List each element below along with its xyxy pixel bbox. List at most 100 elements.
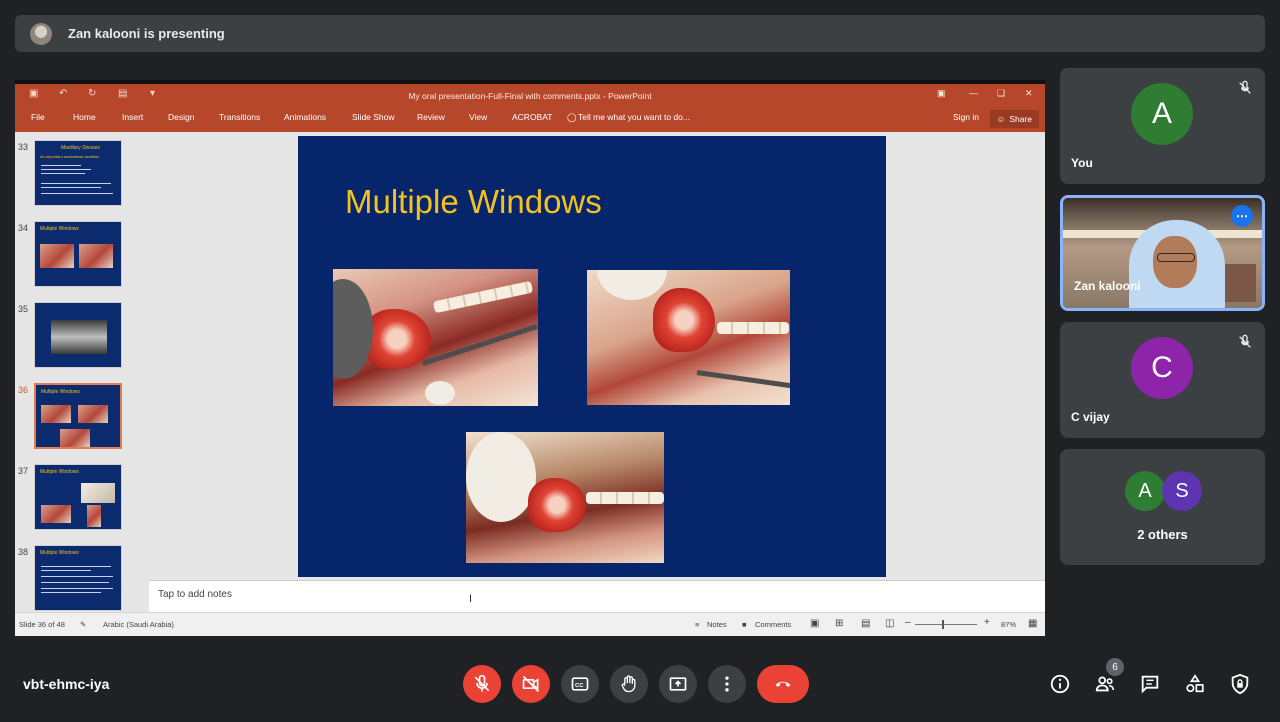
participant-tile-c-vijay[interactable]: C C vijay xyxy=(1060,322,1265,438)
sorter-view-icon[interactable]: ⊞ xyxy=(835,618,843,629)
participant-tile-presenter[interactable]: ⋯ Zan kalooni xyxy=(1060,195,1265,311)
tab-design[interactable]: Design xyxy=(168,112,194,122)
normal-view-icon[interactable]: ▣ xyxy=(810,618,819,629)
avatar: A xyxy=(1125,471,1165,511)
more-options-button[interactable]: ⋯ xyxy=(1231,205,1253,227)
thumbnail-slide[interactable]: Multiple Windows xyxy=(34,221,122,287)
share-label: Share xyxy=(1009,114,1032,124)
mic-off-icon xyxy=(1239,80,1251,94)
people-icon xyxy=(1095,676,1115,692)
tab-review[interactable]: Review xyxy=(417,112,445,122)
slide-photo-3[interactable] xyxy=(466,432,664,563)
tab-view[interactable]: View xyxy=(469,112,487,122)
comments-button[interactable]: Comments xyxy=(755,620,791,629)
mic-off-icon xyxy=(474,674,490,692)
tab-slide-show[interactable]: Slide Show xyxy=(352,112,395,122)
zoom-level[interactable]: 87% xyxy=(1001,620,1016,629)
present-icon xyxy=(669,677,687,691)
minimize-icon[interactable]: — xyxy=(969,88,978,98)
text-cursor-icon: I xyxy=(469,593,473,605)
others-label: 2 others xyxy=(1137,527,1188,542)
zoom-slider[interactable] xyxy=(915,624,977,625)
powerpoint-ribbon: ▣ ↶ ↻ ▤ ▾ My oral presentation-Full-Fina… xyxy=(15,84,1045,132)
thumbnail-37[interactable]: 37 Multiple Windows xyxy=(15,464,149,534)
chat-icon xyxy=(1141,675,1159,694)
thumbnail-title: Multiple Windows xyxy=(40,469,79,475)
hand-icon xyxy=(621,675,636,693)
zoom-out-icon[interactable]: – xyxy=(905,617,911,628)
thumbnail-33[interactable]: 33 Maxillary Sinuses An important anatom… xyxy=(15,140,149,210)
thumbnail-slide-selected[interactable]: Multiple Windows xyxy=(34,383,122,449)
activities-button[interactable] xyxy=(1184,673,1206,695)
thumbnail-38[interactable]: 38 Multiple Windows xyxy=(15,545,149,612)
notes-icon: ≡ xyxy=(695,620,700,629)
participant-name: You xyxy=(1071,156,1093,170)
leave-call-button[interactable] xyxy=(757,665,809,703)
thumbnail-34[interactable]: 34 Multiple Windows xyxy=(15,221,149,291)
shared-screen: ▣ ↶ ↻ ▤ ▾ My oral presentation-Full-Fina… xyxy=(15,80,1045,636)
thumbnail-title: Multiple Windows xyxy=(40,550,79,556)
ribbon-display-icon[interactable]: ▣ xyxy=(937,88,946,99)
slide-editing-area: Multiple Windows xyxy=(149,132,1045,580)
tab-acrobat[interactable]: ACROBAT xyxy=(512,112,552,122)
zoom-slider-handle[interactable] xyxy=(942,620,944,629)
ribbon-tabs: File Home Insert Design Transitions Anim… xyxy=(15,112,1045,130)
reading-view-icon[interactable]: ▤ xyxy=(861,618,870,629)
participant-tile-you[interactable]: A You xyxy=(1060,68,1265,184)
person-icon: ☺ xyxy=(996,114,1006,124)
thumbnail-36[interactable]: 36 Multiple Windows xyxy=(15,383,149,453)
people-button[interactable] xyxy=(1094,673,1116,695)
shield-lock-icon xyxy=(1231,673,1249,695)
thumbnail-number: 37 xyxy=(18,466,29,476)
thumbnail-slide[interactable] xyxy=(34,302,122,368)
notes-button[interactable]: Notes xyxy=(707,620,727,629)
tab-transitions[interactable]: Transitions xyxy=(219,112,260,122)
camera-off-icon xyxy=(522,675,540,693)
close-icon[interactable]: ✕ xyxy=(1025,88,1033,99)
camera-toggle-button[interactable] xyxy=(512,665,550,703)
restore-icon[interactable]: ❏ xyxy=(997,88,1005,99)
thumbnail-subtitle: An important anatomical variation xyxy=(40,154,100,159)
presenting-banner: Zan kalooni is presenting xyxy=(15,15,1265,52)
tab-file[interactable]: File xyxy=(31,112,45,122)
captions-icon: CC xyxy=(571,677,589,691)
zoom-in-icon[interactable]: + xyxy=(984,617,990,628)
host-controls-button[interactable] xyxy=(1229,673,1251,695)
thumbnail-slide[interactable]: Multiple Windows xyxy=(34,545,122,611)
participant-name: Zan kalooni xyxy=(1074,279,1141,293)
participant-tile-others[interactable]: A S 2 others xyxy=(1060,449,1265,565)
lightbulb-icon: ◯ xyxy=(567,112,577,122)
tab-insert[interactable]: Insert xyxy=(122,112,143,122)
thumbnail-number: 34 xyxy=(18,223,29,233)
meeting-details-button[interactable] xyxy=(1049,673,1071,695)
slideshow-view-icon[interactable]: ◫ xyxy=(885,618,894,629)
info-icon xyxy=(1050,674,1070,694)
mic-toggle-button[interactable] xyxy=(463,665,501,703)
avatar: A xyxy=(1131,83,1193,145)
people-count-badge: 6 xyxy=(1106,658,1124,676)
window-title: My oral presentation-Full-Final with com… xyxy=(408,91,652,101)
others-avatars: A S xyxy=(1125,471,1205,513)
share-button[interactable]: ☺ Share xyxy=(989,110,1039,128)
sign-in-link[interactable]: Sign in xyxy=(953,112,979,122)
chat-button[interactable] xyxy=(1139,673,1161,695)
current-slide[interactable]: Multiple Windows xyxy=(298,136,886,577)
raise-hand-button[interactable] xyxy=(610,665,648,703)
tell-me-input[interactable]: Tell me what you want to do... xyxy=(578,112,690,122)
meeting-code[interactable]: vbt-ehmc-iya xyxy=(23,676,109,692)
language-indicator[interactable]: Arabic (Saudi Arabia) xyxy=(103,620,174,629)
thumbnail-35[interactable]: 35 xyxy=(15,302,149,372)
fit-slide-icon[interactable]: ▦ xyxy=(1028,618,1037,629)
tab-home[interactable]: Home xyxy=(73,112,96,122)
more-options-button[interactable] xyxy=(708,665,746,703)
presenter-avatar xyxy=(30,22,52,45)
thumbnail-slide[interactable]: Maxillary Sinuses An important anatomica… xyxy=(34,140,122,206)
spellcheck-icon[interactable]: ✎ xyxy=(80,620,86,629)
slide-photo-2[interactable] xyxy=(587,270,790,405)
notes-pane[interactable]: Tap to add notes I xyxy=(149,580,1045,612)
tab-animations[interactable]: Animations xyxy=(284,112,326,122)
thumbnail-slide[interactable]: Multiple Windows xyxy=(34,464,122,530)
slide-photo-1[interactable] xyxy=(333,269,538,406)
captions-button[interactable]: CC xyxy=(561,665,599,703)
present-now-button[interactable] xyxy=(659,665,697,703)
